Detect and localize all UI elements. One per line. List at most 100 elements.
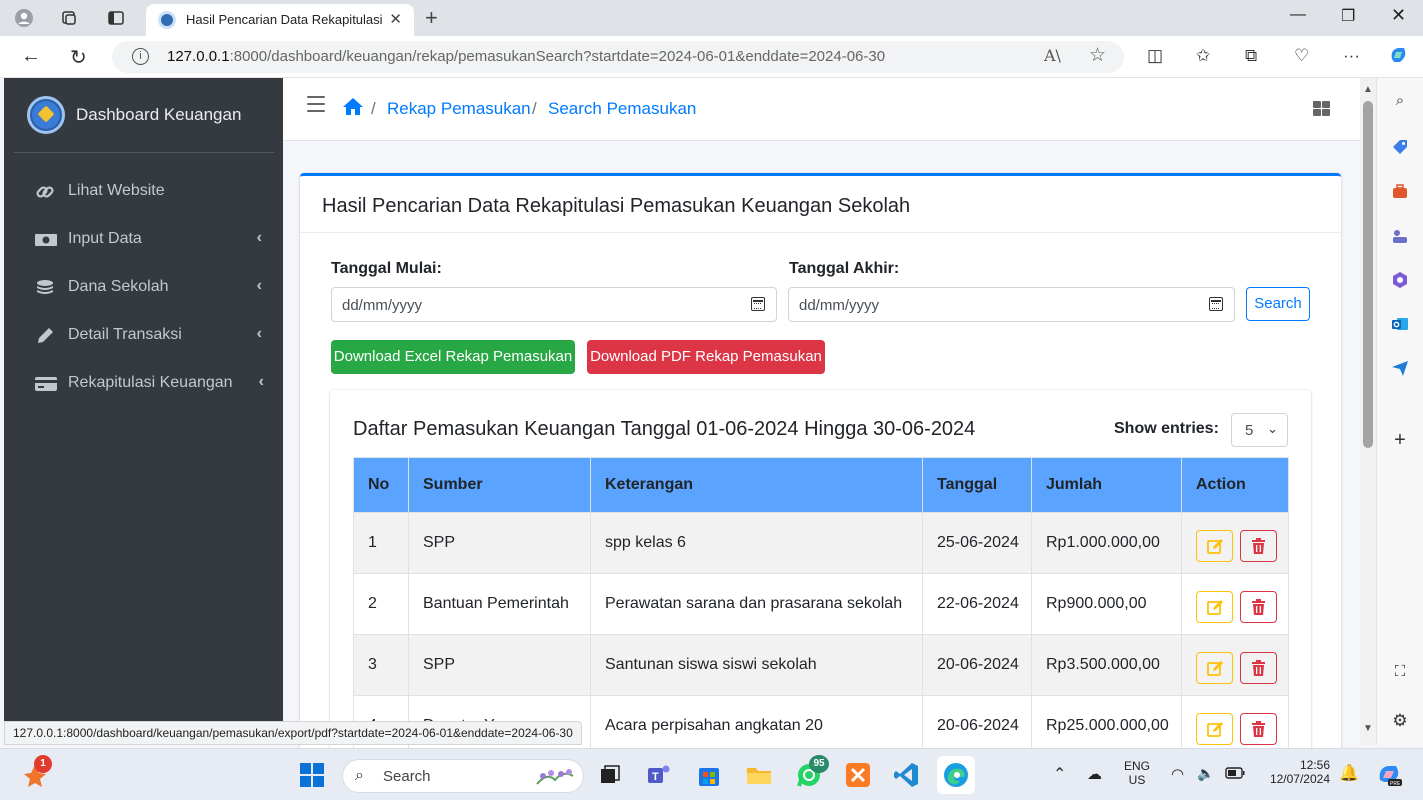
edit-button[interactable]	[1196, 591, 1233, 623]
cell-no: 1	[353, 512, 409, 574]
hamburger-menu-icon[interactable]	[307, 96, 325, 112]
scroll-down-icon[interactable]: ▼	[1363, 723, 1373, 734]
scroll-up-icon[interactable]: ▲	[1363, 84, 1373, 95]
cell-action	[1181, 634, 1289, 696]
delete-button[interactable]	[1240, 591, 1277, 623]
profile-icon[interactable]	[14, 8, 34, 28]
windows-start-icon[interactable]	[298, 761, 326, 789]
more-options-icon[interactable]: ···	[1343, 46, 1360, 66]
screenshot-icon[interactable]: ⛶	[1390, 662, 1410, 682]
card-title: Hasil Pencarian Data Rekapitulasi Pemasu…	[322, 195, 911, 217]
clock[interactable]: 12:56 12/07/2024	[1262, 758, 1330, 786]
entries-select[interactable]: 5 ⌄	[1231, 413, 1288, 447]
grid-view-icon[interactable]	[1313, 101, 1330, 116]
search-button[interactable]: Search	[1246, 287, 1310, 321]
svg-text:T: T	[652, 771, 659, 783]
delete-button[interactable]	[1240, 652, 1277, 684]
copilot-taskbar-icon[interactable]: PRE	[1376, 762, 1404, 790]
input-language[interactable]: ENG US	[1124, 759, 1150, 787]
header-no[interactable]: No	[353, 457, 409, 513]
edit-button[interactable]	[1196, 652, 1233, 684]
breadcrumb-rekap-pemasukan[interactable]: Rekap Pemasukan	[387, 99, 531, 119]
xampp-icon[interactable]	[844, 761, 872, 789]
close-window-icon[interactable]: ✕	[1391, 5, 1406, 26]
shopping-tag-icon[interactable]	[1390, 138, 1410, 158]
show-hidden-icons-chevron-icon[interactable]: ⌃	[1053, 764, 1066, 784]
download-pdf-button[interactable]: Download PDF Rekap Pemasukan	[587, 340, 825, 374]
tab-favicon-icon	[158, 11, 176, 29]
home-icon[interactable]	[342, 96, 364, 122]
whatsapp-badge: 95	[809, 755, 829, 773]
calendar-icon[interactable]	[751, 297, 765, 311]
url-bar[interactable]: i 127.0.0.1:8000/dashboard/keuangan/reka…	[112, 41, 1124, 73]
refresh-icon[interactable]: ↻	[70, 45, 87, 70]
games-icon[interactable]	[1390, 227, 1410, 247]
header-tanggal[interactable]: Tanggal	[922, 457, 1032, 513]
brand-link[interactable]: Dashboard Keuangan	[14, 78, 274, 153]
region-code: US	[1128, 773, 1146, 787]
download-excel-button[interactable]: Download Excel Rekap Pemasukan	[331, 340, 575, 374]
breadcrumb-separator: /	[532, 99, 537, 118]
header-jumlah[interactable]: Jumlah	[1031, 457, 1182, 513]
favorites-icon[interactable]: ✩	[1196, 46, 1210, 66]
header-keterangan[interactable]: Keterangan	[590, 457, 923, 513]
read-aloud-icon[interactable]: A\	[1044, 46, 1061, 65]
sidebar-item-rekapitulasi-keuangan[interactable]: Rekapitulasi Keuangan ‹	[22, 364, 272, 404]
copilot-app-icon[interactable]	[1390, 271, 1410, 291]
browser-tab[interactable]: Hasil Pencarian Data Rekapitulasi ✕	[146, 4, 414, 36]
end-date-input[interactable]: dd/mm/yyyy	[788, 287, 1235, 322]
browser-essentials-icon[interactable]: ♡	[1294, 46, 1309, 66]
site-info-icon[interactable]: i	[132, 48, 149, 65]
cell-no: 3	[353, 634, 409, 696]
send-icon[interactable]	[1390, 359, 1410, 379]
edit-button[interactable]	[1196, 713, 1233, 745]
sidebar-item-detail-transaksi[interactable]: Detail Transaksi ‹	[22, 316, 272, 356]
delete-button[interactable]	[1240, 530, 1277, 562]
taskbar-search[interactable]: ⌕ Search	[342, 759, 584, 793]
table-row: 3 SPP Santunan siswa siswi sekolah 20-06…	[353, 634, 1289, 696]
header-sumber[interactable]: Sumber	[408, 457, 591, 513]
cell-action	[1181, 512, 1289, 574]
back-icon[interactable]: ←	[21, 45, 41, 68]
split-screen-icon[interactable]: ◫	[1147, 46, 1163, 66]
cloud-icon[interactable]: ☁	[1087, 765, 1102, 783]
notification-bell-icon[interactable]: 🔔	[1339, 763, 1359, 783]
battery-icon[interactable]	[1225, 767, 1245, 782]
settings-gear-icon[interactable]: ⚙	[1390, 711, 1410, 731]
new-tab-icon[interactable]: +	[425, 5, 438, 31]
sidebar-item-dana-sekolah[interactable]: Dana Sekolah ‹	[22, 268, 272, 308]
teams-icon[interactable]: T	[645, 761, 673, 789]
sidebar-item-input-data[interactable]: Input Data ‹	[22, 220, 272, 260]
outlook-icon[interactable]	[1390, 315, 1410, 335]
favorite-star-icon[interactable]: ☆	[1089, 44, 1106, 67]
search-icon[interactable]: ⌕	[1390, 91, 1410, 111]
volume-icon[interactable]: 🔈	[1197, 765, 1214, 782]
breadcrumb-search-pemasukan[interactable]: Search Pemasukan	[548, 99, 696, 119]
start-date-input[interactable]: dd/mm/yyyy	[331, 287, 777, 322]
toolbox-icon[interactable]	[1390, 182, 1410, 202]
minimize-icon[interactable]: —	[1290, 6, 1306, 24]
vscode-icon[interactable]	[892, 761, 920, 789]
edit-button[interactable]	[1196, 530, 1233, 562]
task-view-icon[interactable]	[596, 761, 624, 789]
edge-taskbar-item[interactable]	[937, 756, 975, 794]
add-sidebar-app-icon[interactable]: +	[1390, 430, 1410, 450]
tab-actions-icon[interactable]	[106, 8, 126, 28]
end-date-label: Tanggal Akhir:	[789, 260, 900, 277]
scroll-thumb[interactable]	[1363, 101, 1373, 448]
cell-action	[1181, 695, 1289, 753]
sidebar-item-lihat-website[interactable]: Lihat Website	[22, 172, 272, 212]
calendar-icon[interactable]	[1209, 297, 1223, 311]
cell-action	[1181, 573, 1289, 635]
collections-icon[interactable]: ⧉	[1245, 46, 1257, 66]
page-scrollbar[interactable]: ▲ ▼	[1360, 78, 1376, 745]
wifi-icon[interactable]: ◠	[1171, 765, 1184, 783]
copilot-icon[interactable]	[1388, 44, 1410, 71]
edit-icon	[1207, 661, 1223, 676]
delete-button[interactable]	[1240, 713, 1277, 745]
workspaces-icon[interactable]	[59, 8, 79, 28]
tab-close-icon[interactable]: ✕	[389, 10, 402, 28]
restore-icon[interactable]: ❐	[1341, 6, 1355, 26]
store-icon[interactable]	[695, 761, 723, 789]
file-explorer-icon[interactable]	[745, 761, 773, 789]
